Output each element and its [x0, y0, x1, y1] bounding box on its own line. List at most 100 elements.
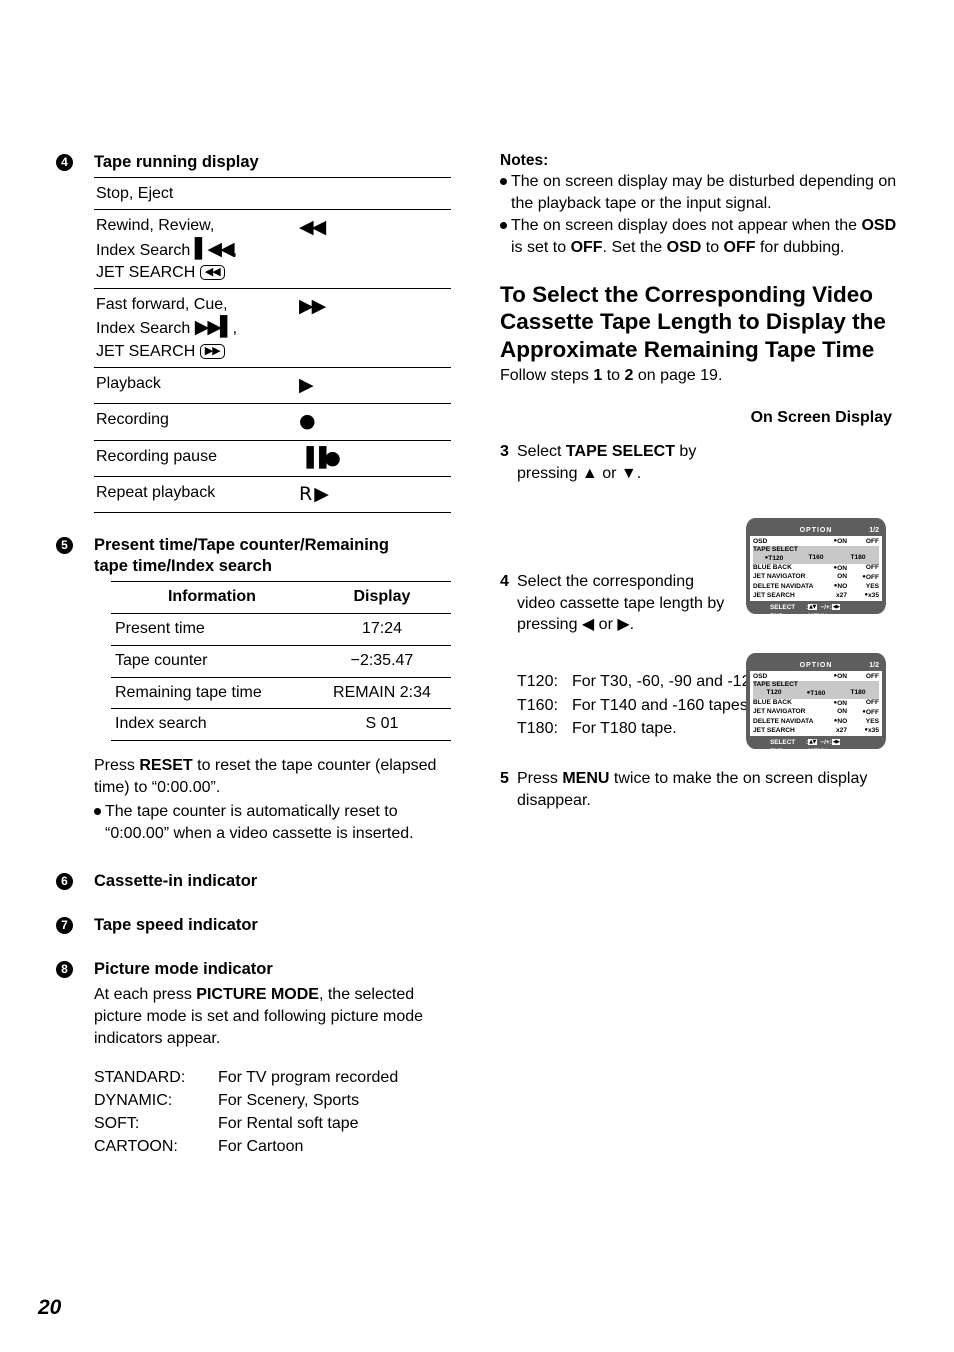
table-row: Repeat playback R ▶	[94, 475, 451, 514]
table-row: Fast forward, Cue, Index Search ▶▶▌, JET…	[94, 288, 451, 368]
row-label: Rewind, Review, Index Search ▌◀◀, JET SE…	[94, 209, 297, 289]
note-bold-off: OFF	[723, 238, 756, 256]
osd-footer-select-label: SELECT	[770, 604, 796, 612]
row-label: Recording	[94, 403, 297, 440]
osd-footer-select: SELECT:▲▼ −/+:◀▶	[770, 739, 882, 748]
row-value: REMAIN 2:34	[312, 676, 451, 709]
osd-option-1[interactable]: ●ON	[813, 672, 847, 681]
osd-row-delete-navidata[interactable]: DELETE NAVIDATA ●NO YES	[753, 582, 879, 591]
osd-tape-option-t160[interactable]: ●T160	[795, 689, 837, 698]
osd-option-2[interactable]: OFF	[847, 538, 879, 546]
information-display-table: Information Display Present time 17:24 T…	[111, 581, 451, 742]
section-6-header: 6 Cassette-in indicator	[56, 871, 456, 892]
section-5-title-line2: tape time/Index search	[94, 557, 272, 576]
picture-mode-value: For Scenery, Sports	[218, 1092, 360, 1110]
osd-option-1[interactable]: ON	[813, 573, 847, 581]
osd-page-indicator: 1/2	[869, 662, 879, 669]
osd-tape-select-group[interactable]: TAPE SELECT T120 ●T160 T180	[753, 681, 879, 699]
list-item: STANDARD: For TV program recorded	[94, 1066, 456, 1089]
list-item: SOFT: For Rental soft tape	[94, 1112, 456, 1135]
osd-row-jet-search[interactable]: JET SEARCH x27 ●x35	[753, 591, 879, 600]
osd-row-delete-navidata[interactable]: DELETE NAVIDATA ●NO YES	[753, 717, 879, 726]
osd-option-2[interactable]: YES	[847, 583, 879, 591]
osd-row-jet-navigator[interactable]: JET NAVIGATOR ON ●OFF	[753, 573, 879, 582]
osd-row-jet-navigator[interactable]: JET NAVIGATOR ON ●OFF	[753, 708, 879, 717]
osd-option-2[interactable]: OFF	[847, 564, 879, 572]
follow-post: on page 19.	[633, 366, 723, 384]
osd-option-2[interactable]: YES	[847, 718, 879, 726]
osd-title-bar: OPTION 1/2	[750, 525, 882, 536]
osd-option-1[interactable]: x27	[813, 592, 847, 600]
picture-mode-pre: At each press	[94, 986, 197, 1004]
osd-option-2[interactable]: ●x35	[847, 591, 879, 600]
osd-row-blue-back[interactable]: BLUE BACK ●ON OFF	[753, 699, 879, 708]
step-number: 3	[500, 442, 509, 460]
osd-option-1[interactable]: ●NO	[813, 582, 848, 591]
osd-option-1[interactable]: ●NO	[813, 717, 848, 726]
reset-bullet-text: The tape counter is automatically reset …	[105, 803, 414, 842]
osd-tape-options: ●T120 T160 T180	[753, 554, 879, 564]
row-value: 17:24	[312, 613, 451, 646]
follow-steps-text: Follow steps 1 to 2 on page 19.	[500, 365, 900, 387]
section-4-header: 4 Tape running display	[56, 152, 456, 173]
osd-footer-end: END:MENU	[770, 748, 882, 749]
osd-option-1[interactable]: ●ON	[813, 699, 847, 708]
rewind-display-icon: ◀◀	[299, 216, 326, 239]
osd-footer-select: SELECT:▲▼ −/+:◀▶	[770, 604, 882, 613]
osd-tape-option-t180[interactable]: T180	[837, 554, 879, 563]
bullet-dot-icon	[500, 171, 511, 215]
osd-tape-select-group[interactable]: TAPE SELECT ●T120 T160 T180	[753, 546, 879, 564]
section-5-header: 5 Present time/Tape counter/Remaining ta…	[56, 535, 456, 577]
bullet-dot-icon	[500, 215, 511, 259]
section-4-title: Tape running display	[94, 153, 259, 171]
row-display	[297, 177, 451, 210]
osd-footer: SELECT:▲▼ −/+:◀▶ END:MENU	[750, 736, 882, 749]
osd-footer-select-label: SELECT	[770, 739, 796, 747]
picture-mode-value: For Cartoon	[218, 1138, 304, 1156]
osd-option-2[interactable]: ●x35	[847, 726, 879, 735]
osd-option-1[interactable]: ●ON	[813, 537, 847, 546]
row-label: Playback	[94, 366, 297, 404]
step-number: 4	[500, 572, 509, 590]
osd-tape-option-t120[interactable]: T120	[753, 689, 795, 698]
section-number-7: 7	[56, 915, 94, 935]
osd-option-2[interactable]: ●OFF	[847, 708, 879, 717]
on-screen-display-label: On Screen Display	[750, 408, 892, 426]
picture-mode-value: For Rental soft tape	[218, 1115, 359, 1133]
section-number-5: 5	[56, 535, 94, 555]
osd-row-label: JET SEARCH	[753, 726, 795, 734]
section-7-title: Tape speed indicator	[94, 915, 258, 934]
osd-tape-option-t160[interactable]: T160	[795, 554, 837, 563]
section-8-title: Picture mode indicator	[94, 960, 273, 979]
osd-tape-options: T120 ●T160 T180	[753, 689, 879, 699]
section-number-6: 6	[56, 871, 94, 891]
row-label: Fast forward, Cue, Index Search ▶▶▌, JET…	[94, 288, 297, 368]
reset-paragraph-pre: Press	[94, 757, 140, 775]
osd-option-1[interactable]: ●ON	[813, 564, 847, 573]
page-number: 20	[38, 1296, 62, 1319]
osd-option-2[interactable]: ●OFF	[847, 573, 879, 582]
osd-row-blue-back[interactable]: BLUE BACK ●ON OFF	[753, 564, 879, 573]
row-label: Index search	[111, 708, 313, 742]
circled-number-icon: 4	[56, 154, 73, 172]
step-3: 3 Select TAPE SELECT by pressing ▲ or ▼.	[500, 441, 900, 485]
picture-mode-key: DYNAMIC:	[94, 1092, 173, 1110]
osd-row-osd[interactable]: OSD ●ON OFF	[753, 672, 879, 681]
note-item: The on screen display does not appear wh…	[500, 215, 900, 259]
osd-row-osd[interactable]: OSD ●ON OFF	[753, 537, 879, 546]
left-column: 4 Tape running display Stop, Eject Rewin…	[56, 152, 456, 1159]
osd-tape-option-t180[interactable]: T180	[837, 689, 879, 698]
note-item: The on screen display may be disturbed d…	[500, 171, 900, 215]
osd-tape-option-t120[interactable]: ●T120	[753, 554, 795, 563]
osd-row-jet-search[interactable]: JET SEARCH x27 ●x35	[753, 726, 879, 735]
step-text: Press MENU twice to make the on screen d…	[517, 768, 900, 812]
osd-option-1[interactable]: x27	[813, 727, 847, 735]
osd-option-2[interactable]: OFF	[847, 673, 879, 681]
note-post: for dubbing.	[755, 238, 845, 256]
osd-row-label: TAPE SELECT	[753, 681, 798, 689]
note-text: The on screen display does not appear wh…	[511, 215, 900, 259]
osd-option-1[interactable]: ON	[813, 708, 847, 716]
list-item: DYNAMIC: For Scenery, Sports	[94, 1089, 456, 1112]
osd-title-bar: OPTION 1/2	[750, 660, 882, 671]
osd-option-2[interactable]: OFF	[847, 699, 879, 707]
